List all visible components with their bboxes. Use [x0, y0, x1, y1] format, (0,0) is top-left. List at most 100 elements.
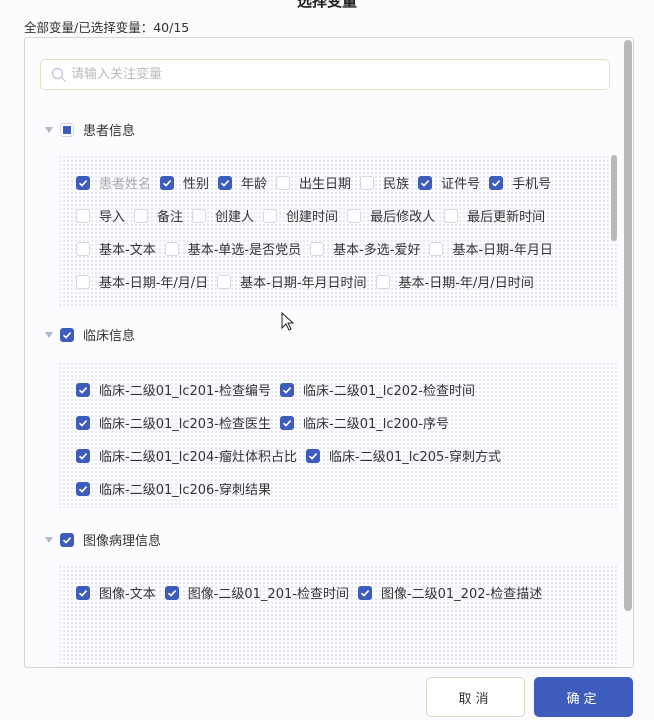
variable-item[interactable]: 基本-数字-2位	[341, 298, 447, 306]
variable-checkbox[interactable]	[76, 415, 90, 430]
variable-item[interactable]: 证件号	[418, 166, 480, 199]
variable-checkbox[interactable]	[76, 382, 90, 397]
variable-item[interactable]: 临床-二级01_lc205-穿刺方式	[306, 439, 501, 472]
variable-checkbox[interactable]	[76, 241, 90, 256]
collapse-caret-icon[interactable]	[45, 331, 53, 338]
patient-info-panel: 患者姓名 性别 年龄 出生日期 民族 证件号 手机号导入 备注 创建人 创建时间 最后修改人 最后更新…	[58, 155, 618, 306]
group-label: 临床信息	[83, 329, 136, 344]
variable-checkbox[interactable]	[76, 448, 90, 463]
group-checkbox[interactable]	[60, 122, 74, 137]
variable-checkbox[interactable]	[76, 208, 90, 223]
group-imaging-pathology-info[interactable]: 图像病理信息	[45, 530, 161, 549]
variable-checkbox[interactable]	[347, 208, 362, 223]
variable-label: 手机号	[512, 177, 552, 192]
variable-item[interactable]: 最后修改人	[347, 199, 435, 232]
variable-label: 备注	[157, 210, 184, 225]
variable-label: 证件号	[441, 177, 481, 192]
variable-item[interactable]: 基本-单选-是否党员	[164, 232, 301, 265]
variable-label: 基本-多选-爱好	[333, 243, 421, 258]
variable-checkbox[interactable]	[217, 274, 232, 289]
variable-item[interactable]: 基本-文本	[76, 232, 156, 265]
variable-checkbox[interactable]	[134, 208, 149, 223]
variable-checkbox[interactable]	[375, 274, 390, 289]
variable-label: 患者姓名	[99, 177, 152, 192]
variable-label: 性别	[183, 177, 210, 192]
variable-item[interactable]: 导入	[76, 199, 125, 232]
item-list: 图像-文本 图像-二级01_201-检查时间 图像-二级01_202-检查描述	[76, 576, 606, 609]
variable-item[interactable]: 手机号	[489, 166, 551, 199]
variable-checkbox[interactable]	[306, 448, 320, 463]
check-icon	[78, 452, 88, 460]
variable-checkbox[interactable]	[360, 175, 375, 190]
variable-label: 基本-数字-2位	[364, 305, 447, 306]
group-patient-info[interactable]: 患者信息	[45, 120, 135, 139]
variable-item[interactable]: 临床-二级01_lc203-检查医生	[76, 406, 271, 439]
variable-item[interactable]: 基本-人员-科室医生	[76, 298, 212, 306]
variable-checkbox[interactable]	[418, 175, 433, 190]
variable-checkbox[interactable]	[160, 175, 175, 190]
variable-checkbox[interactable]	[76, 481, 90, 496]
variable-item[interactable]: 性别	[160, 166, 209, 199]
variable-item[interactable]: 临床-二级01_lc204-瘤灶体积占比	[76, 439, 297, 472]
check-icon	[162, 179, 172, 187]
check-icon	[78, 589, 88, 597]
variable-checkbox[interactable]	[164, 585, 179, 600]
confirm-button[interactable]: 确定	[534, 677, 633, 717]
variable-item[interactable]: 图像-二级01_201-检查时间	[164, 576, 349, 609]
variable-item[interactable]: 创建人	[192, 199, 254, 232]
variable-checkbox[interactable]	[280, 382, 294, 397]
variable-item[interactable]: 临床-二级01_lc206-穿刺结果	[76, 472, 271, 505]
variable-label: 图像-文本	[99, 587, 156, 602]
variable-checkbox[interactable]	[76, 585, 90, 600]
variable-checkbox[interactable]	[76, 175, 90, 190]
collapse-caret-icon[interactable]	[45, 126, 53, 133]
group-checkbox[interactable]	[60, 532, 74, 547]
variable-checkbox[interactable]	[489, 175, 504, 190]
check-icon	[308, 452, 318, 460]
collapse-caret-icon[interactable]	[45, 536, 53, 543]
variable-item[interactable]: 图像-文本	[76, 576, 156, 609]
variable-item[interactable]: 图像-二级01_202-检查描述	[357, 576, 542, 609]
variable-checkbox[interactable]	[310, 241, 325, 256]
variable-item[interactable]: 出生日期	[276, 166, 351, 199]
variable-checkbox[interactable]	[76, 274, 90, 289]
variable-item[interactable]: 临床-二级01_lc201-检查编号	[76, 373, 271, 406]
scrollbar[interactable]	[624, 40, 632, 611]
variable-label: 基本-数字-整数	[244, 305, 331, 306]
mouse-cursor-icon	[281, 312, 295, 331]
variable-checkbox[interactable]	[276, 175, 291, 190]
variable-item[interactable]: 创建时间	[263, 199, 338, 232]
panel-scrollbar[interactable]	[611, 155, 617, 241]
variable-item[interactable]: 临床-二级01_lc202-检查时间	[280, 373, 475, 406]
variable-item[interactable]: 民族	[360, 166, 409, 199]
variable-label: 创建时间	[286, 210, 339, 225]
variable-checkbox[interactable]	[357, 585, 372, 600]
check-icon	[360, 589, 370, 597]
variable-item[interactable]: 基本-数字-整数	[221, 298, 331, 306]
variable-item[interactable]: 基本-多选-爱好	[310, 232, 420, 265]
variable-item[interactable]: 基本-日期-年/月/日时间	[375, 265, 534, 298]
variable-checkbox[interactable]	[263, 208, 278, 223]
variable-item[interactable]: 临床-二级01_lc200-序号	[280, 406, 449, 439]
variable-item[interactable]: 患者姓名	[76, 166, 151, 199]
variable-checkbox[interactable]	[444, 208, 459, 223]
variable-item[interactable]: 基本-日期-年月日	[429, 232, 553, 265]
search-input[interactable]	[71, 67, 571, 82]
variable-checkbox[interactable]	[429, 241, 444, 256]
variable-item[interactable]: 基本-日期-年/月/日	[76, 265, 208, 298]
variable-checkbox[interactable]	[192, 208, 207, 223]
variable-item[interactable]: 最后更新时间	[444, 199, 545, 232]
variable-checkbox[interactable]	[218, 175, 233, 190]
variable-checkbox[interactable]	[280, 415, 294, 430]
check-icon	[167, 589, 176, 597]
check-icon	[492, 179, 501, 187]
cancel-button[interactable]: 取消	[426, 677, 525, 717]
variable-item[interactable]: 备注	[134, 199, 183, 232]
variable-item[interactable]: 基本-日期-年月日时间	[217, 265, 367, 298]
variable-checkbox[interactable]	[164, 241, 179, 256]
variable-label: 基本-人员-科室医生	[99, 305, 212, 306]
group-checkbox[interactable]	[60, 327, 74, 342]
variable-item[interactable]: 年龄	[218, 166, 267, 199]
search-field[interactable]	[40, 59, 610, 90]
group-clinical-info[interactable]: 临床信息	[45, 325, 135, 344]
